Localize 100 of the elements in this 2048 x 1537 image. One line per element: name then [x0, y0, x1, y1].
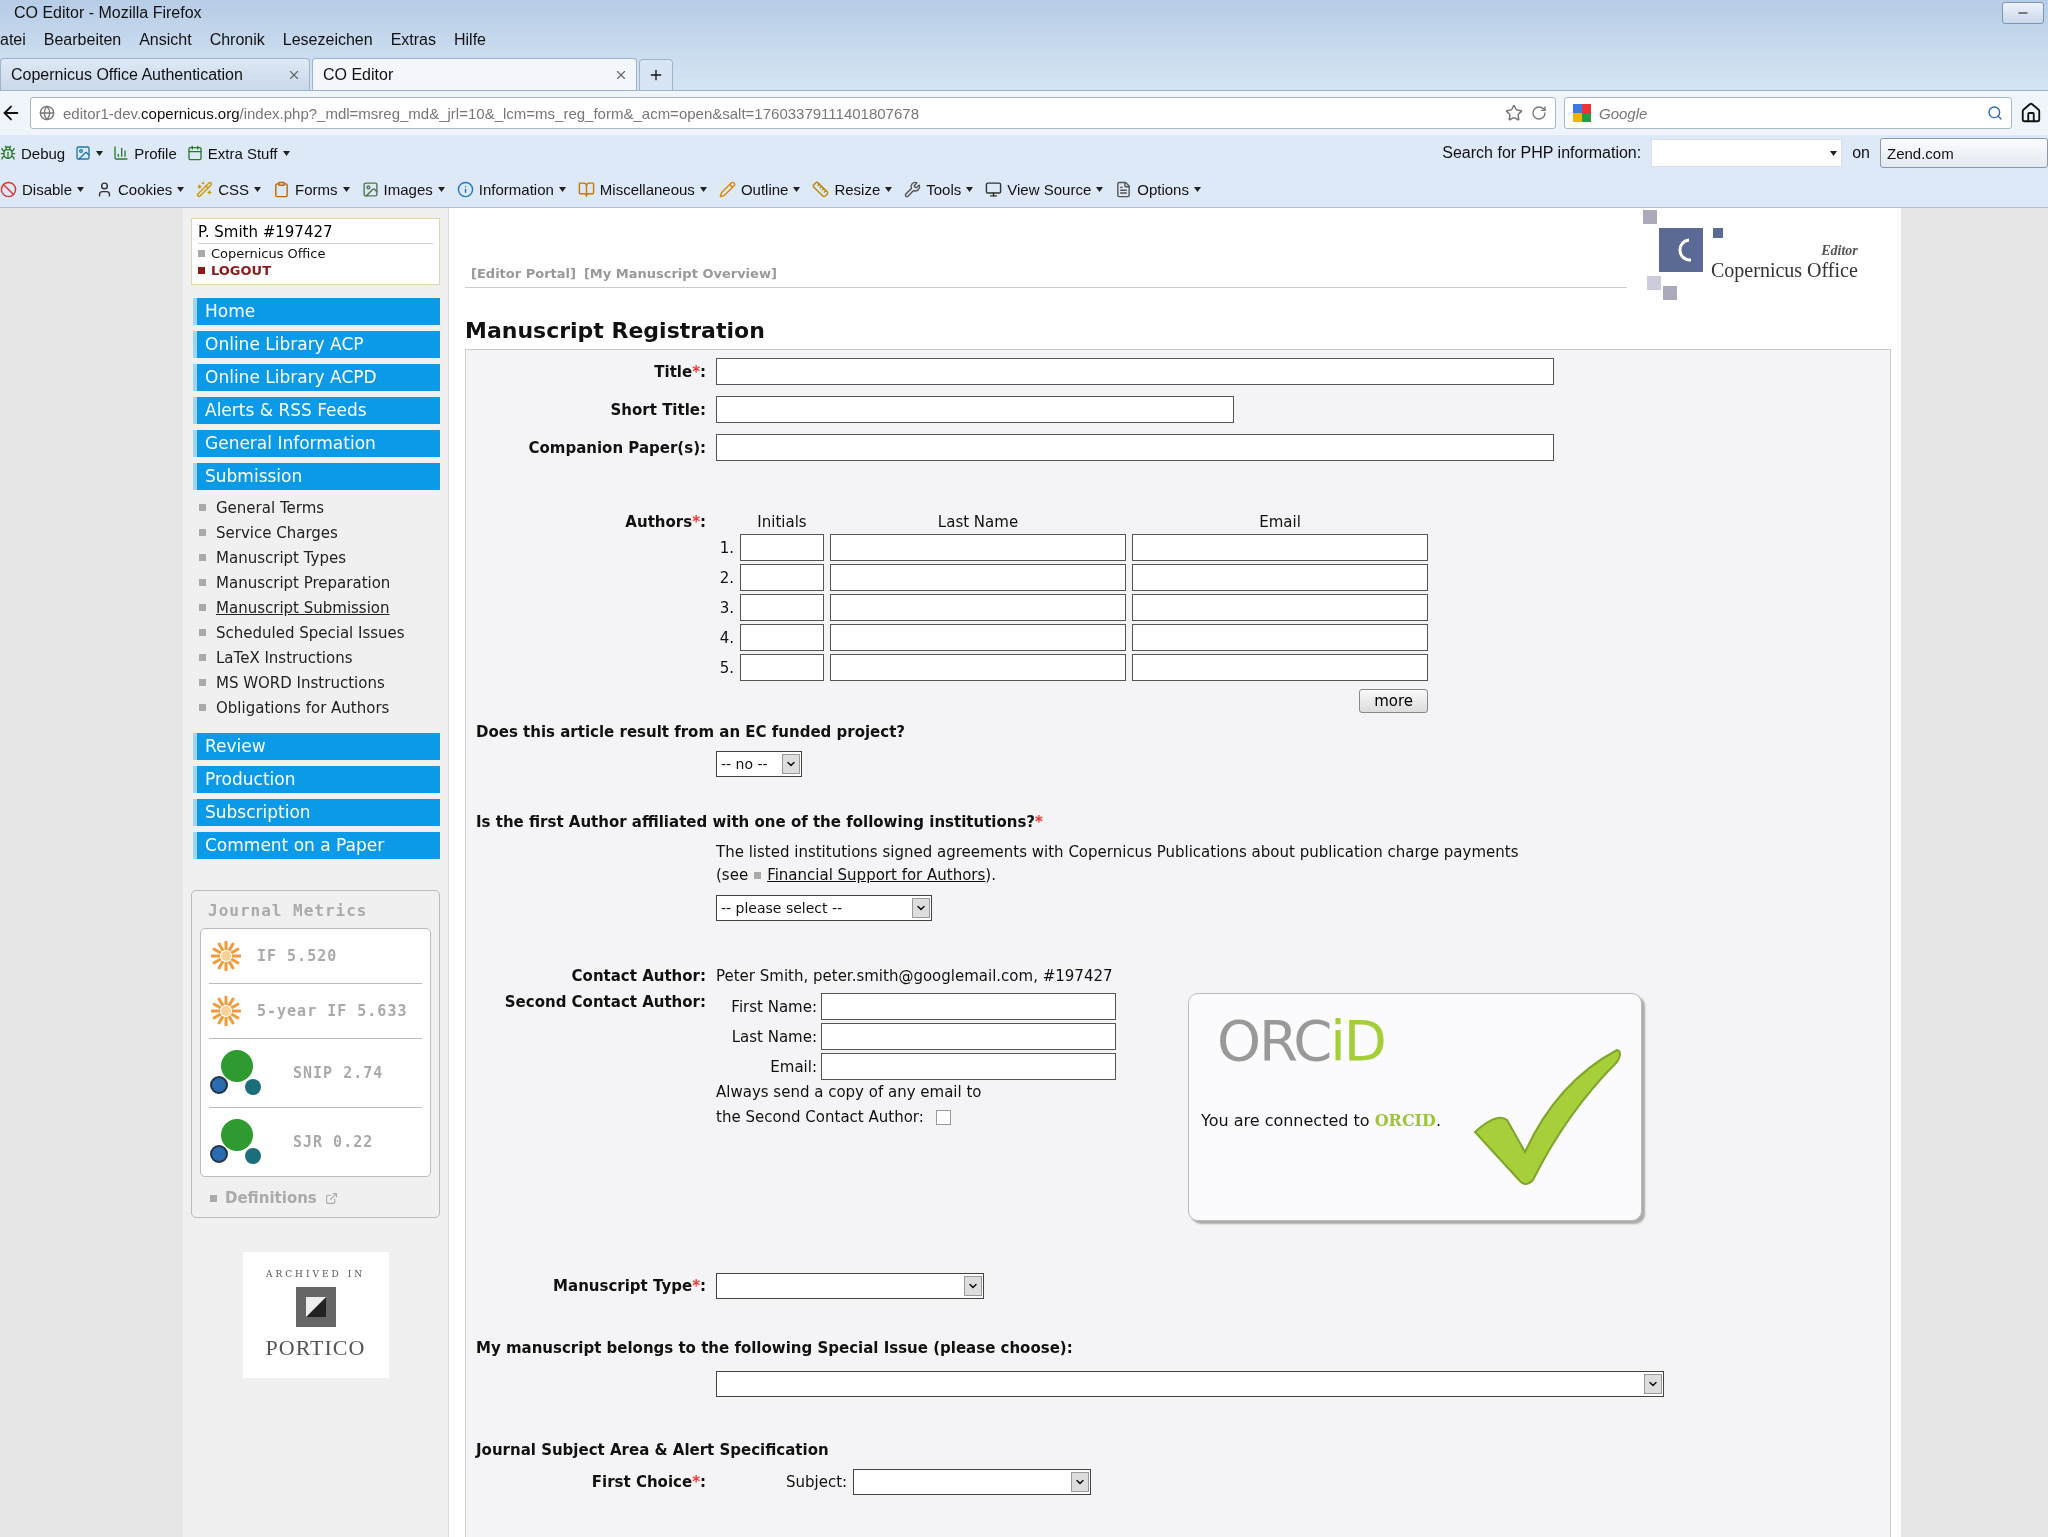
special-issue-select[interactable] [716, 1371, 1664, 1397]
home-icon[interactable] [2020, 102, 2042, 124]
search-bar[interactable]: Google [1564, 97, 2012, 129]
bookmark-star-icon[interactable] [1505, 104, 1523, 122]
subnav-link[interactable]: General Terms [199, 495, 440, 520]
author-field[interactable] [1132, 654, 1428, 681]
author-field[interactable] [740, 594, 824, 621]
subnav-link[interactable]: Manuscript Preparation [199, 570, 440, 595]
ec-project-select[interactable]: -- no -- [716, 751, 802, 777]
field-label: Last Name: [730, 1027, 817, 1046]
address-bar[interactable]: editor1-dev.copernicus.org/index.php?_mdl=msreg_md&_jrl=10&_lcm=ms_reg_form&_acm=open&salt=17603379111401807678 [30, 97, 1556, 129]
toolbar-menu[interactable]: Disable [0, 180, 85, 198]
author-field[interactable] [740, 534, 824, 561]
author-field[interactable] [740, 654, 824, 681]
search-icon[interactable] [1987, 105, 2003, 121]
more-button[interactable]: more [1359, 689, 1428, 713]
toolbar-menu[interactable]: Images [361, 180, 445, 198]
row-number: 2. [718, 568, 734, 587]
text-field[interactable] [821, 1023, 1116, 1050]
menu-item[interactable]: Lesezeichen [282, 31, 373, 49]
subnav-link[interactable]: Service Charges [199, 520, 440, 545]
author-field[interactable] [1132, 564, 1428, 591]
institution-select[interactable]: -- please select -- [716, 895, 932, 921]
browser-tab[interactable]: Copernicus Office Authentication [0, 58, 310, 90]
toolbar-menu[interactable]: Miscellaneous [577, 180, 707, 198]
bug-icon [0, 145, 16, 161]
author-field[interactable] [830, 534, 1126, 561]
toolbar-menu[interactable]: Resize [812, 180, 893, 198]
toolbar-button[interactable]: Extra Stuff [186, 144, 290, 162]
subnav-link[interactable]: Manuscript Submission [199, 595, 440, 620]
author-field[interactable] [830, 564, 1126, 591]
php-search-field[interactable] [1651, 139, 1843, 167]
manuscript-type-select[interactable] [716, 1273, 984, 1299]
subnav-link[interactable]: MS WORD Instructions [199, 670, 440, 695]
author-field[interactable] [830, 594, 1126, 621]
author-field[interactable] [740, 624, 824, 651]
php-search-label: Search for PHP information: [1442, 144, 1642, 162]
toolbar-menu[interactable]: Cookies [96, 180, 185, 198]
menu-item[interactable]: Chronik [209, 31, 265, 49]
subnav-link[interactable]: Manuscript Types [199, 545, 440, 570]
author-field[interactable] [830, 624, 1126, 651]
financial-support-link[interactable]: Financial Support for Authors [767, 864, 986, 887]
author-field[interactable] [1132, 624, 1428, 651]
portico-icon [295, 1287, 336, 1327]
menu-item[interactable]: Extras [390, 31, 436, 49]
toolbar-button[interactable]: Profile [113, 144, 177, 162]
orcid-message: You are connected to ORCID. [1201, 1111, 1443, 1130]
text-field[interactable] [716, 396, 1234, 423]
toolbar-menu[interactable]: Outline [718, 180, 801, 198]
user-link[interactable]: LOGOUT [198, 263, 433, 278]
field-label: Email: [769, 1057, 817, 1076]
bullet-icon [199, 654, 206, 661]
site-select[interactable]: Zend.com [1880, 138, 2048, 168]
metrics-title: Journal Metrics [208, 901, 369, 920]
menu-item[interactable]: Bearbeiten [43, 31, 122, 49]
menu-item[interactable]: atei [0, 31, 26, 49]
subject-select[interactable] [853, 1469, 1092, 1495]
author-field[interactable] [1132, 534, 1428, 561]
pencil-icon [718, 180, 736, 198]
toolbar-menu[interactable]: Tools [904, 180, 974, 198]
subnav-link[interactable]: LaTeX Instructions [199, 645, 440, 670]
author-field[interactable] [740, 564, 824, 591]
minimize-button[interactable] [2002, 2, 2044, 24]
toolbar-button[interactable] [75, 145, 104, 161]
author-field[interactable] [1132, 594, 1428, 621]
new-tab-button[interactable] [639, 59, 673, 90]
on-label: on [1852, 144, 1870, 162]
tab-label: CO Editor [323, 65, 394, 84]
text-field[interactable] [716, 358, 1554, 385]
toolbar-menu[interactable]: View Source [985, 180, 1104, 198]
column-header: Email [1258, 513, 1302, 531]
ruler-icon [812, 180, 830, 198]
bullet-icon [199, 504, 206, 511]
toolbar-menu[interactable]: CSS [196, 180, 262, 198]
subnav-link[interactable]: Obligations for Authors [199, 695, 440, 720]
menu-item[interactable]: Ansicht [139, 31, 192, 49]
caret-icon [1096, 186, 1104, 192]
clipboard-icon [273, 180, 291, 198]
reload-icon[interactable] [1531, 105, 1547, 121]
toolbar-button[interactable]: Debug [0, 144, 66, 162]
contact-author-value: Peter Smith, peter.smith@googlemail.com, #197427 [716, 967, 1114, 985]
bullet-icon [199, 529, 206, 536]
book-icon [577, 180, 595, 198]
toolbar-menu[interactable]: Information [456, 180, 566, 198]
user-link[interactable]: Copernicus Office [198, 246, 433, 261]
menu-item[interactable]: Hilfe [454, 31, 486, 49]
image-icon [361, 180, 379, 198]
subnav-link[interactable]: Scheduled Special Issues [199, 620, 440, 645]
browser-tab[interactable]: CO Editor [312, 58, 637, 90]
text-field[interactable] [821, 1053, 1116, 1080]
row-number: 4. [718, 628, 734, 647]
author-field[interactable] [830, 654, 1126, 681]
field-label: First Choice*: [590, 1473, 706, 1491]
toolbar-menu[interactable]: Forms [273, 180, 350, 198]
bar-chart-icon [113, 145, 130, 161]
text-field[interactable] [716, 434, 1554, 461]
text-field[interactable] [821, 993, 1116, 1020]
checkbox[interactable] [935, 1110, 951, 1125]
toolbar-menu[interactable]: Options [1115, 180, 1201, 198]
external-link-icon [324, 1191, 338, 1205]
